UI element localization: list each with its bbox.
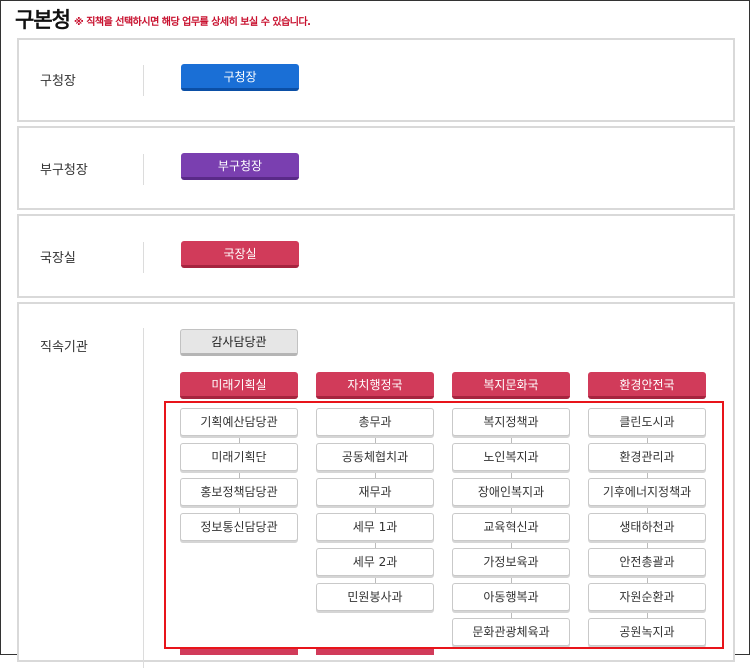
director-button[interactable]: 국장실 (181, 241, 299, 268)
divider (143, 154, 144, 185)
dept-item[interactable]: 기획예산담당관 (180, 408, 298, 436)
mayor-section: 구청장 구청장 (17, 38, 735, 122)
page-title: 구본청 (15, 8, 71, 32)
dept-item[interactable]: 생태하천과 (588, 513, 706, 541)
dept-item[interactable]: 민원봉사과 (316, 583, 434, 611)
mayor-button[interactable]: 구청장 (181, 64, 299, 91)
head-welfare-culture[interactable]: 복지문화국 (452, 372, 570, 399)
direct-label: 직속기관 (40, 340, 88, 355)
dept-item[interactable]: 총무과 (316, 408, 434, 436)
dept-item[interactable]: 복지정책과 (452, 408, 570, 436)
vice-mayor-section: 부구청장 부구청장 (17, 126, 735, 210)
next-head-partial (180, 649, 298, 655)
dept-item[interactable]: 안전총괄과 (588, 548, 706, 576)
dept-item[interactable]: 미래기획단 (180, 443, 298, 471)
director-label: 국장실 (40, 251, 76, 266)
dept-item[interactable]: 문화관광체육과 (452, 618, 570, 646)
dept-item[interactable]: 홍보정책담당관 (180, 478, 298, 506)
dept-item[interactable]: 기후에너지정책과 (588, 478, 706, 506)
dept-item[interactable]: 자원순환과 (588, 583, 706, 611)
dept-item[interactable]: 장애인복지과 (452, 478, 570, 506)
vice-mayor-button[interactable]: 부구청장 (181, 153, 299, 180)
divider (143, 65, 144, 96)
dept-item[interactable]: 노인복지과 (452, 443, 570, 471)
dept-item[interactable]: 공원녹지과 (588, 618, 706, 646)
next-head-partial (316, 649, 434, 655)
notice-text: ※ 직책을 선택하시면 해당 업무를 상세히 보실 수 있습니다. (74, 17, 311, 28)
dept-item[interactable]: 재무과 (316, 478, 434, 506)
head-environment-safety[interactable]: 환경안전국 (588, 372, 706, 399)
head-autonomy-admin[interactable]: 자치행정국 (316, 372, 434, 399)
vice-mayor-label: 부구청장 (40, 163, 88, 178)
audit-button[interactable]: 감사담당관 (180, 329, 298, 356)
divider (143, 328, 144, 668)
dept-item[interactable]: 환경관리과 (588, 443, 706, 471)
dept-item[interactable]: 세무 1과 (316, 513, 434, 541)
dept-item[interactable]: 공동체협치과 (316, 443, 434, 471)
dept-item[interactable]: 아동행복과 (452, 583, 570, 611)
dept-item[interactable]: 가정보육과 (452, 548, 570, 576)
head-future-planning[interactable]: 미래기획실 (180, 372, 298, 399)
dept-item[interactable]: 세무 2과 (316, 548, 434, 576)
divider (143, 242, 144, 273)
dept-item[interactable]: 클린도시과 (588, 408, 706, 436)
mayor-label: 구청장 (40, 74, 76, 89)
director-section: 국장실 국장실 (17, 214, 735, 298)
dept-item[interactable]: 교육혁신과 (452, 513, 570, 541)
dept-item[interactable]: 정보통신담당관 (180, 513, 298, 541)
